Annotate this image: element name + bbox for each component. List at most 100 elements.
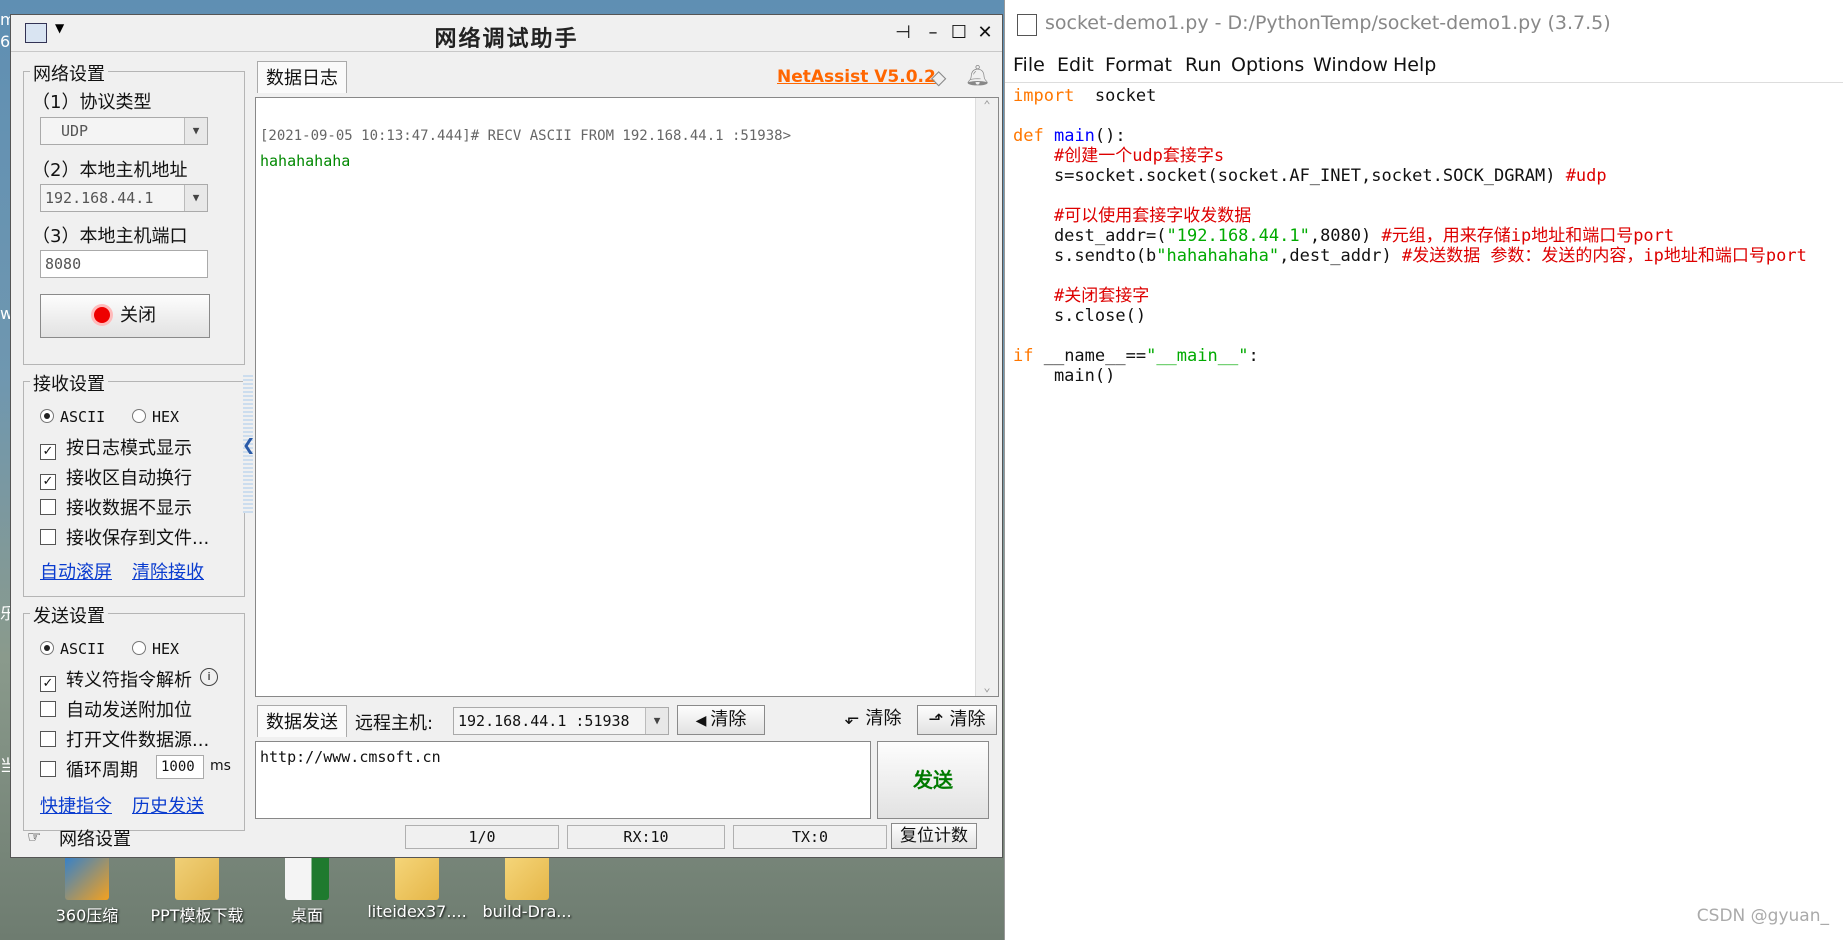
- no-display-checkbox[interactable]: 接收数据不显示: [40, 494, 192, 520]
- code-editor[interactable]: import socket def main(): #创建一个udp套接字s s=…: [1013, 86, 1843, 386]
- menu-file[interactable]: File: [1013, 54, 1045, 76]
- send-button[interactable]: 发送: [877, 741, 989, 819]
- checkbox-label: 转义符指令解析: [66, 670, 192, 691]
- desktop-icon-360zip[interactable]: 360压缩: [32, 848, 142, 940]
- history-link[interactable]: 历史发送: [132, 792, 204, 818]
- save-to-file-checkbox[interactable]: 接收保存到文件...: [40, 524, 209, 550]
- host-select[interactable]: 192.168.44.1 ▼: [40, 184, 208, 212]
- checkbox-label: 打开文件数据源...: [66, 730, 210, 751]
- python-file-icon: [1017, 14, 1037, 36]
- receive-log-area[interactable]: [2021-09-05 10:13:47.444]# RECV ASCII FR…: [255, 97, 999, 697]
- red-indicator-icon: [94, 307, 110, 323]
- desktop-icon-liteide[interactable]: liteidex37....: [362, 848, 472, 940]
- code-line: def main():: [1013, 126, 1126, 146]
- code-line: main(): [1013, 366, 1116, 386]
- receive-ascii-radio[interactable]: ASCII: [40, 408, 105, 426]
- log-mode-checkbox[interactable]: ✓ 按日志模式显示: [40, 434, 192, 460]
- clear-send-history-button[interactable]: ⬏ 清除: [917, 705, 997, 735]
- tab-data-send[interactable]: 数据发送: [257, 705, 347, 737]
- auto-wrap-checkbox[interactable]: ✓ 接收区自动换行: [40, 464, 192, 490]
- pin-icon[interactable]: ⊣: [891, 21, 915, 45]
- bell-icon[interactable]: 🔔︎: [965, 63, 990, 87]
- vertical-scrollbar[interactable]: ⌃ ⌄: [975, 98, 998, 696]
- radio-dot: [132, 641, 146, 655]
- protocol-select[interactable]: UDP ▼: [40, 117, 208, 145]
- status-label: 网络设置: [59, 829, 131, 850]
- loop-unit: ms: [210, 758, 231, 774]
- button-label: 清除: [710, 709, 747, 730]
- clear-remote-button[interactable]: ◀ 清除: [677, 705, 765, 735]
- close-connection-label: 关闭: [120, 305, 156, 326]
- checkbox-box: [40, 701, 56, 717]
- log-line: [2021-09-05 10:13:47.444]# RECV ASCII FR…: [260, 128, 792, 144]
- receive-settings-group: 接收设置 ASCII HEX ✓ 按日志模式显示 ✓ 接收区自动换行 接收数据不显示…: [23, 370, 245, 597]
- checkbox-label: 循环周期: [66, 760, 138, 781]
- code-line: #关闭套接字: [1053, 286, 1150, 306]
- shortcuts-link[interactable]: 快捷指令: [40, 792, 112, 818]
- folder-icon: [505, 852, 549, 900]
- auto-scroll-link[interactable]: 自动滚屏: [40, 558, 112, 584]
- group-title: 网络设置: [30, 60, 108, 86]
- send-ascii-radio[interactable]: ASCII: [40, 640, 105, 658]
- brand-link[interactable]: NetAssist V5.0.2: [777, 67, 936, 87]
- code-line: if __name__=="__main__":: [1013, 346, 1259, 366]
- desktop-edge-text: 6: [0, 32, 11, 51]
- open-file-checkbox[interactable]: 打开文件数据源...: [40, 726, 209, 752]
- radio-dot: [132, 409, 146, 423]
- auto-append-checkbox[interactable]: 自动发送附加位: [40, 696, 192, 722]
- code-line: s.sendto(b"hahahahaha",dest_addr) #发送数据 …: [1013, 246, 1807, 266]
- menu-edit[interactable]: Edit: [1057, 54, 1094, 76]
- tab-data-log[interactable]: 数据日志: [257, 61, 347, 93]
- radio-dot: [40, 641, 54, 655]
- radio-label: HEX: [152, 640, 180, 658]
- check-icon: ✓: [40, 474, 56, 490]
- close-connection-button[interactable]: 关闭: [40, 294, 210, 338]
- desktop-icon-ppt-templates[interactable]: PPT模板下载: [142, 848, 252, 940]
- status-tx: TX:0: [733, 825, 887, 849]
- code-line: import socket: [1013, 86, 1157, 106]
- code-line: #可以使用套接字收发数据: [1053, 206, 1252, 226]
- escape-parse-checkbox[interactable]: ✓ 转义符指令解析: [40, 666, 192, 692]
- scroll-down-icon[interactable]: ⌄: [976, 680, 998, 694]
- checkbox-label: 接收保存到文件...: [66, 528, 210, 549]
- port-input[interactable]: 8080: [40, 250, 208, 278]
- menu-format[interactable]: Format: [1105, 54, 1172, 76]
- desktop-icon-desktop[interactable]: 桌面: [252, 848, 362, 940]
- clear-send-button[interactable]: ⬐ 清除: [833, 705, 913, 735]
- group-title: 发送设置: [30, 602, 108, 628]
- status-rx: RX:10: [567, 825, 725, 849]
- minimize-button[interactable]: –: [921, 21, 945, 45]
- arrow-left-icon: ◀: [695, 713, 707, 729]
- loop-period-input[interactable]: 1000: [156, 755, 204, 779]
- checkbox-box: [40, 731, 56, 747]
- scroll-up-icon[interactable]: ⌃: [976, 98, 998, 112]
- diamond-icon[interactable]: ◇: [931, 65, 946, 89]
- info-icon[interactable]: i: [200, 668, 218, 686]
- checkbox-label: 按日志模式显示: [66, 438, 192, 459]
- chevron-down-icon: ▼: [184, 185, 207, 211]
- desktop-icon-build-dra[interactable]: build-Dra...: [472, 848, 582, 940]
- loop-checkbox[interactable]: 循环周期: [40, 756, 138, 782]
- remote-host-select[interactable]: 192.168.44.1 :51938 ▼: [453, 707, 669, 735]
- radio-label: HEX: [152, 408, 180, 426]
- window-title: 网络调试助手: [434, 27, 579, 52]
- menu-window[interactable]: Window: [1313, 54, 1388, 76]
- host-label: （2）本地主机地址: [32, 160, 188, 181]
- send-hex-radio[interactable]: HEX: [132, 640, 179, 658]
- clear-receive-link[interactable]: 清除接收: [132, 558, 204, 584]
- menu-run[interactable]: Run: [1185, 54, 1221, 76]
- checkbox-label: 自动发送附加位: [66, 700, 192, 721]
- receive-hex-radio[interactable]: HEX: [132, 408, 179, 426]
- send-input[interactable]: http://www.cmsoft.cn: [255, 741, 871, 819]
- close-window-button[interactable]: ✕: [973, 21, 997, 45]
- maximize-button[interactable]: ☐: [947, 21, 971, 45]
- chevron-left-icon[interactable]: ❮: [242, 435, 255, 454]
- send-text: http://www.cmsoft.cn: [260, 748, 441, 766]
- file-icon: [285, 852, 329, 900]
- check-icon: ✓: [40, 444, 56, 460]
- menu-help[interactable]: Help: [1393, 54, 1436, 76]
- reset-count-button[interactable]: 复位计数: [891, 823, 977, 849]
- menu-options[interactable]: Options: [1231, 54, 1304, 76]
